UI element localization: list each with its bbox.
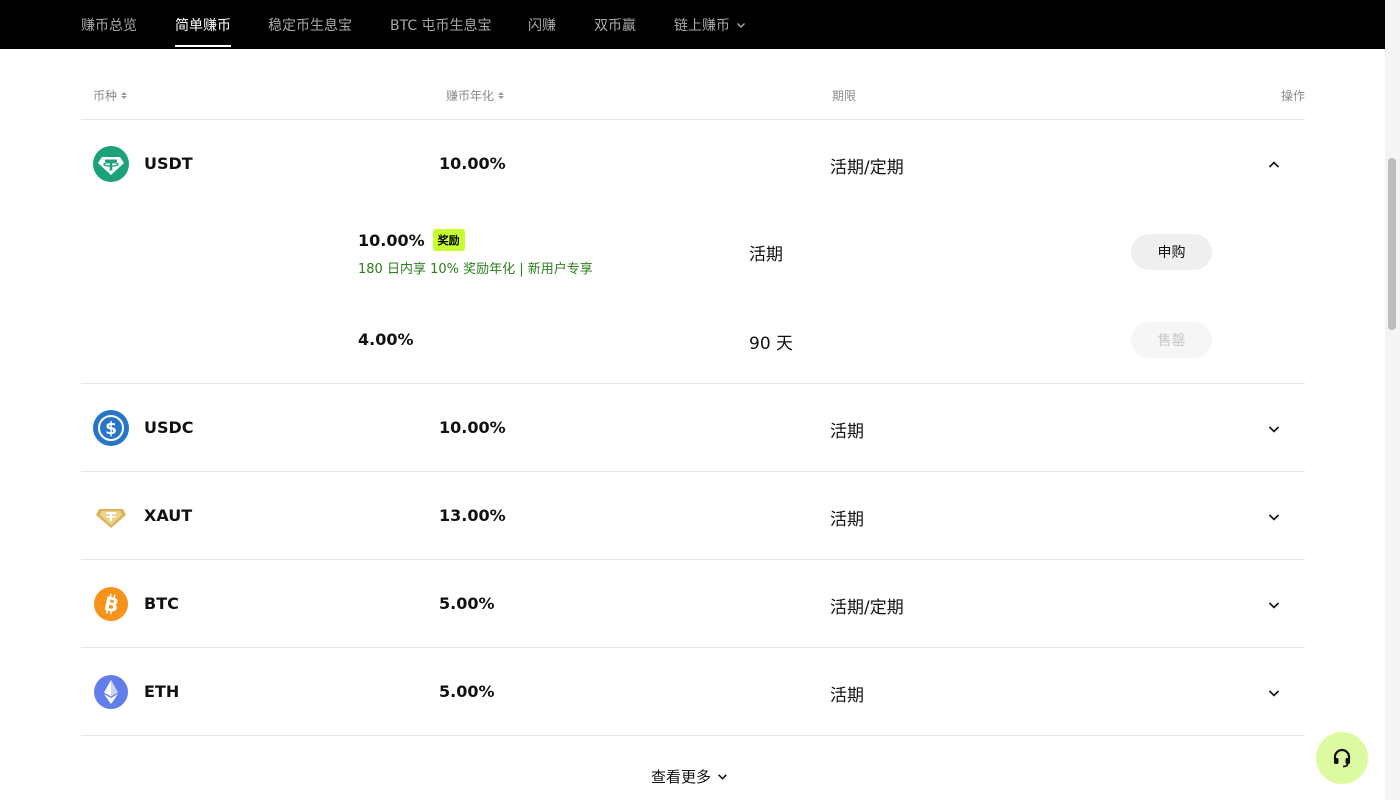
coin-apy: 10.00%	[439, 418, 506, 437]
reward-badge: 奖励	[432, 229, 465, 251]
coin-term: 活期/定期	[830, 158, 904, 178]
header-coin[interactable]: 币种	[93, 87, 128, 104]
tab-label: BTC 屯币生息宝	[390, 17, 492, 34]
tab-label: 稳定币生息宝	[268, 17, 352, 34]
coin-name: USDT	[144, 154, 193, 173]
header-label: 赚币年化	[446, 89, 495, 103]
subscribe-button[interactable]: 申购	[1131, 234, 1212, 270]
usdt-icon	[93, 146, 129, 182]
product-apy: 4.00%	[358, 330, 414, 349]
product-term: 90 天	[749, 334, 794, 354]
product-term: 活期	[749, 245, 783, 265]
view-more-label: 查看更多	[651, 768, 712, 786]
product-apy-value: 10.00%	[358, 230, 425, 250]
coin-name: USDC	[144, 418, 194, 437]
promo-text: 180 日内享 10% 奖励年化 | 新用户专享	[358, 262, 593, 277]
table-row-usdt[interactable]: USDT 10.00% 活期/定期	[81, 120, 1305, 208]
tab-label: 赚币总览	[81, 17, 137, 34]
header-action: 操作	[1281, 87, 1305, 104]
tab-label: 双币赢	[594, 17, 636, 34]
headset-icon	[1333, 748, 1351, 768]
usdc-icon: $	[93, 410, 129, 446]
tab-label: 闪赚	[528, 17, 556, 34]
chevron-down-icon[interactable]	[1267, 510, 1281, 524]
tab-btc-earn[interactable]: BTC 屯币生息宝	[390, 0, 492, 49]
coin-name: BTC	[144, 594, 179, 613]
divider	[81, 735, 1305, 736]
tab-dual-investment[interactable]: 双币赢	[594, 0, 636, 49]
scrollbar-track[interactable]	[1385, 0, 1400, 800]
coin-term: 活期/定期	[830, 598, 904, 618]
header-term: 期限	[832, 87, 856, 104]
support-button[interactable]	[1316, 732, 1368, 784]
table-row-eth[interactable]: ETH 5.00% 活期	[81, 648, 1305, 736]
header-label: 操作	[1280, 89, 1305, 103]
table-row-xaut[interactable]: XAUT 13.00% 活期	[81, 472, 1305, 560]
chevron-down-icon[interactable]	[1267, 598, 1281, 612]
tab-stablecoin-earn[interactable]: 稳定币生息宝	[268, 0, 352, 49]
eth-icon	[94, 675, 128, 709]
scrollbar-thumb[interactable]	[1388, 158, 1396, 330]
tab-flash-earn[interactable]: 闪赚	[528, 0, 556, 49]
product-apy-value: 4.00%	[358, 330, 414, 349]
header-apy[interactable]: 赚币年化	[446, 87, 505, 104]
svg-text:$: $	[105, 419, 117, 439]
coin-apy: 5.00%	[439, 682, 495, 701]
tab-simple-earn[interactable]: 简单赚币	[175, 0, 231, 49]
btc-icon: B	[94, 587, 128, 621]
view-more-button[interactable]: 查看更多	[651, 766, 728, 787]
table-row-usdc[interactable]: $ USDC 10.00% 活期	[81, 384, 1305, 472]
sold-out-button: 售罄	[1131, 322, 1212, 358]
table-header: 币种 赚币年化 期限 操作	[81, 82, 1305, 108]
coin-apy: 5.00%	[439, 594, 495, 613]
header-label: 期限	[832, 89, 857, 103]
tab-label: 简单赚币	[175, 17, 231, 34]
tab-label: 链上赚币	[674, 17, 730, 34]
table-row-btc[interactable]: B BTC 5.00% 活期/定期	[81, 560, 1305, 648]
coin-name: ETH	[144, 682, 180, 701]
coin-name: XAUT	[144, 506, 193, 525]
chevron-down-icon	[736, 20, 746, 30]
sort-icon	[121, 92, 128, 99]
coin-apy: 13.00%	[439, 506, 506, 525]
tab-onchain-earn[interactable]: 链上赚币	[674, 0, 746, 49]
sort-icon	[498, 92, 505, 99]
chevron-up-icon[interactable]	[1267, 158, 1281, 172]
top-nav: 赚币总览 简单赚币 稳定币生息宝 BTC 屯币生息宝 闪赚 双币赢 链上赚币	[0, 0, 1385, 49]
coin-term: 活期	[830, 686, 864, 706]
chevron-down-icon[interactable]	[1267, 422, 1281, 436]
tab-overview[interactable]: 赚币总览	[81, 0, 137, 49]
header-label: 币种	[93, 89, 118, 103]
coin-term: 活期	[830, 422, 864, 442]
coin-term: 活期	[830, 510, 864, 530]
product-apy: 10.00% 奖励	[358, 229, 465, 251]
chevron-down-icon[interactable]	[1267, 686, 1281, 700]
xaut-icon	[96, 509, 126, 528]
chevron-down-icon	[718, 774, 727, 780]
coin-apy: 10.00%	[439, 154, 506, 173]
